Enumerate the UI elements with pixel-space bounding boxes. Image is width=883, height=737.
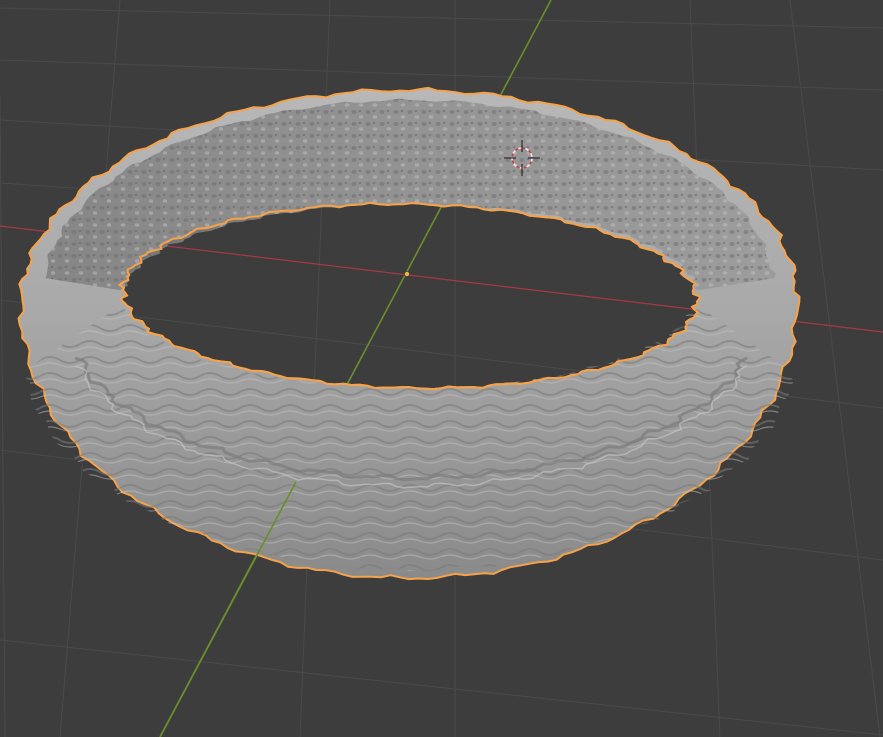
grid-line [0, 7, 883, 29]
grid-line [789, 0, 881, 737]
grid-line [0, 59, 883, 91]
grid-line [0, 639, 883, 736]
ring-outer-texture [23, 301, 794, 572]
ring-mesh[interactable] [17, 86, 801, 581]
viewport-canvas[interactable] [0, 0, 883, 737]
object-origin-dot [403, 270, 410, 277]
3d-viewport[interactable] [0, 0, 883, 737]
